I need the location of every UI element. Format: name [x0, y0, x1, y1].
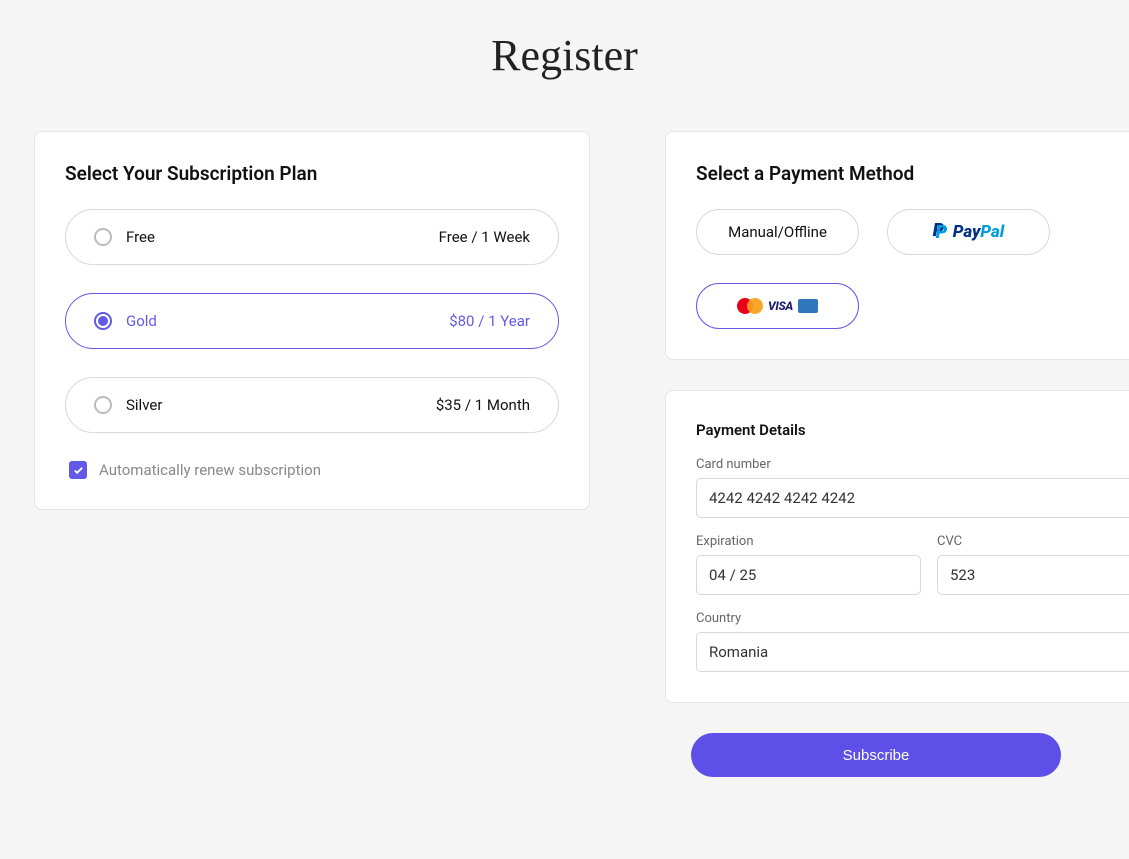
country-label: Country	[696, 611, 1129, 626]
details-heading: Payment Details	[696, 421, 1129, 439]
plan-name: Silver	[126, 396, 162, 414]
card-brand-icons: VISA	[737, 298, 818, 315]
payment-method-card[interactable]: VISA	[696, 283, 859, 329]
country-select[interactable]: Romania	[696, 632, 1129, 672]
radio-silver[interactable]	[94, 396, 112, 414]
expiration-input[interactable]	[709, 566, 908, 584]
cvc-label: CVC	[937, 534, 1129, 549]
payment-details-card: Payment Details Card number VISA Expirat…	[665, 390, 1129, 703]
auto-renew-label: Automatically renew subscription	[99, 461, 321, 479]
cvc-input[interactable]	[950, 566, 1129, 584]
mastercard-icon	[737, 298, 763, 315]
plan-price: Free / 1 Week	[439, 228, 530, 246]
plan-option-free[interactable]: Free Free / 1 Week	[65, 209, 559, 265]
paypal-icon	[933, 224, 947, 241]
check-icon	[73, 465, 84, 476]
paypal-logo: PayPal	[953, 222, 1005, 242]
plan-option-silver[interactable]: Silver $35 / 1 Month	[65, 377, 559, 433]
card-number-input[interactable]	[709, 489, 1129, 507]
subscription-heading: Select Your Subscription Plan	[65, 162, 559, 185]
subscribe-button[interactable]: Subscribe	[691, 733, 1061, 777]
plan-price: $35 / 1 Month	[436, 396, 530, 414]
plan-name: Free	[126, 228, 155, 246]
subscription-card: Select Your Subscription Plan Free Free …	[34, 131, 590, 510]
payment-method-manual[interactable]: Manual/Offline	[696, 209, 859, 255]
payment-method-paypal[interactable]: PayPal	[887, 209, 1050, 255]
amex-icon	[798, 299, 818, 313]
card-number-label: Card number	[696, 457, 1129, 472]
plan-option-gold[interactable]: Gold $80 / 1 Year	[65, 293, 559, 349]
radio-free[interactable]	[94, 228, 112, 246]
plan-price: $80 / 1 Year	[449, 312, 530, 330]
auto-renew-checkbox[interactable]	[69, 461, 87, 479]
plan-name: Gold	[126, 312, 157, 330]
radio-gold[interactable]	[94, 312, 112, 330]
visa-icon: VISA	[768, 299, 793, 313]
expiration-label: Expiration	[696, 534, 921, 549]
page-title: Register	[0, 0, 1129, 131]
payment-heading: Select a Payment Method	[696, 162, 1129, 185]
payment-method-card: Select a Payment Method Manual/Offline P…	[665, 131, 1129, 360]
